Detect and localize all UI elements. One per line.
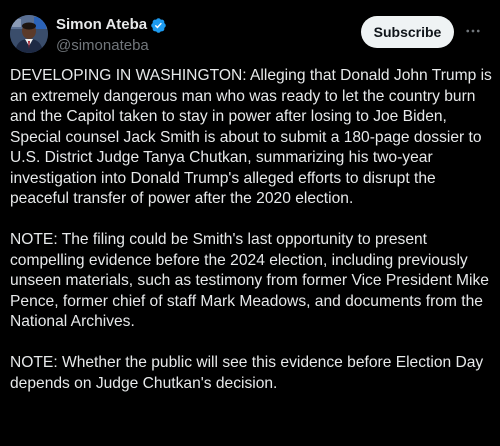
subscribe-button[interactable]: Subscribe (361, 16, 454, 48)
author-block: Simon Ateba @simonateba (56, 15, 167, 56)
profile-avatar (10, 15, 48, 53)
author-name-row: Simon Ateba (56, 15, 167, 35)
more-options-icon[interactable] (462, 20, 484, 42)
post-text: DEVELOPING IN WASHINGTON: Alleging that … (10, 66, 494, 394)
verified-badge-icon[interactable] (150, 17, 167, 34)
author-display-name[interactable]: Simon Ateba (56, 15, 147, 35)
post-paragraph: NOTE: Whether the public will see this e… (10, 354, 484, 392)
post-paragraph: DEVELOPING IN WASHINGTON: Alleging that … (10, 67, 492, 207)
author-handle[interactable]: @simonateba (56, 36, 167, 56)
post-paragraph: NOTE: The filing could be Smith's last o… (10, 231, 489, 330)
post-header: Simon Ateba @simonateba Subscribe (0, 0, 500, 66)
avatar[interactable] (10, 15, 48, 53)
